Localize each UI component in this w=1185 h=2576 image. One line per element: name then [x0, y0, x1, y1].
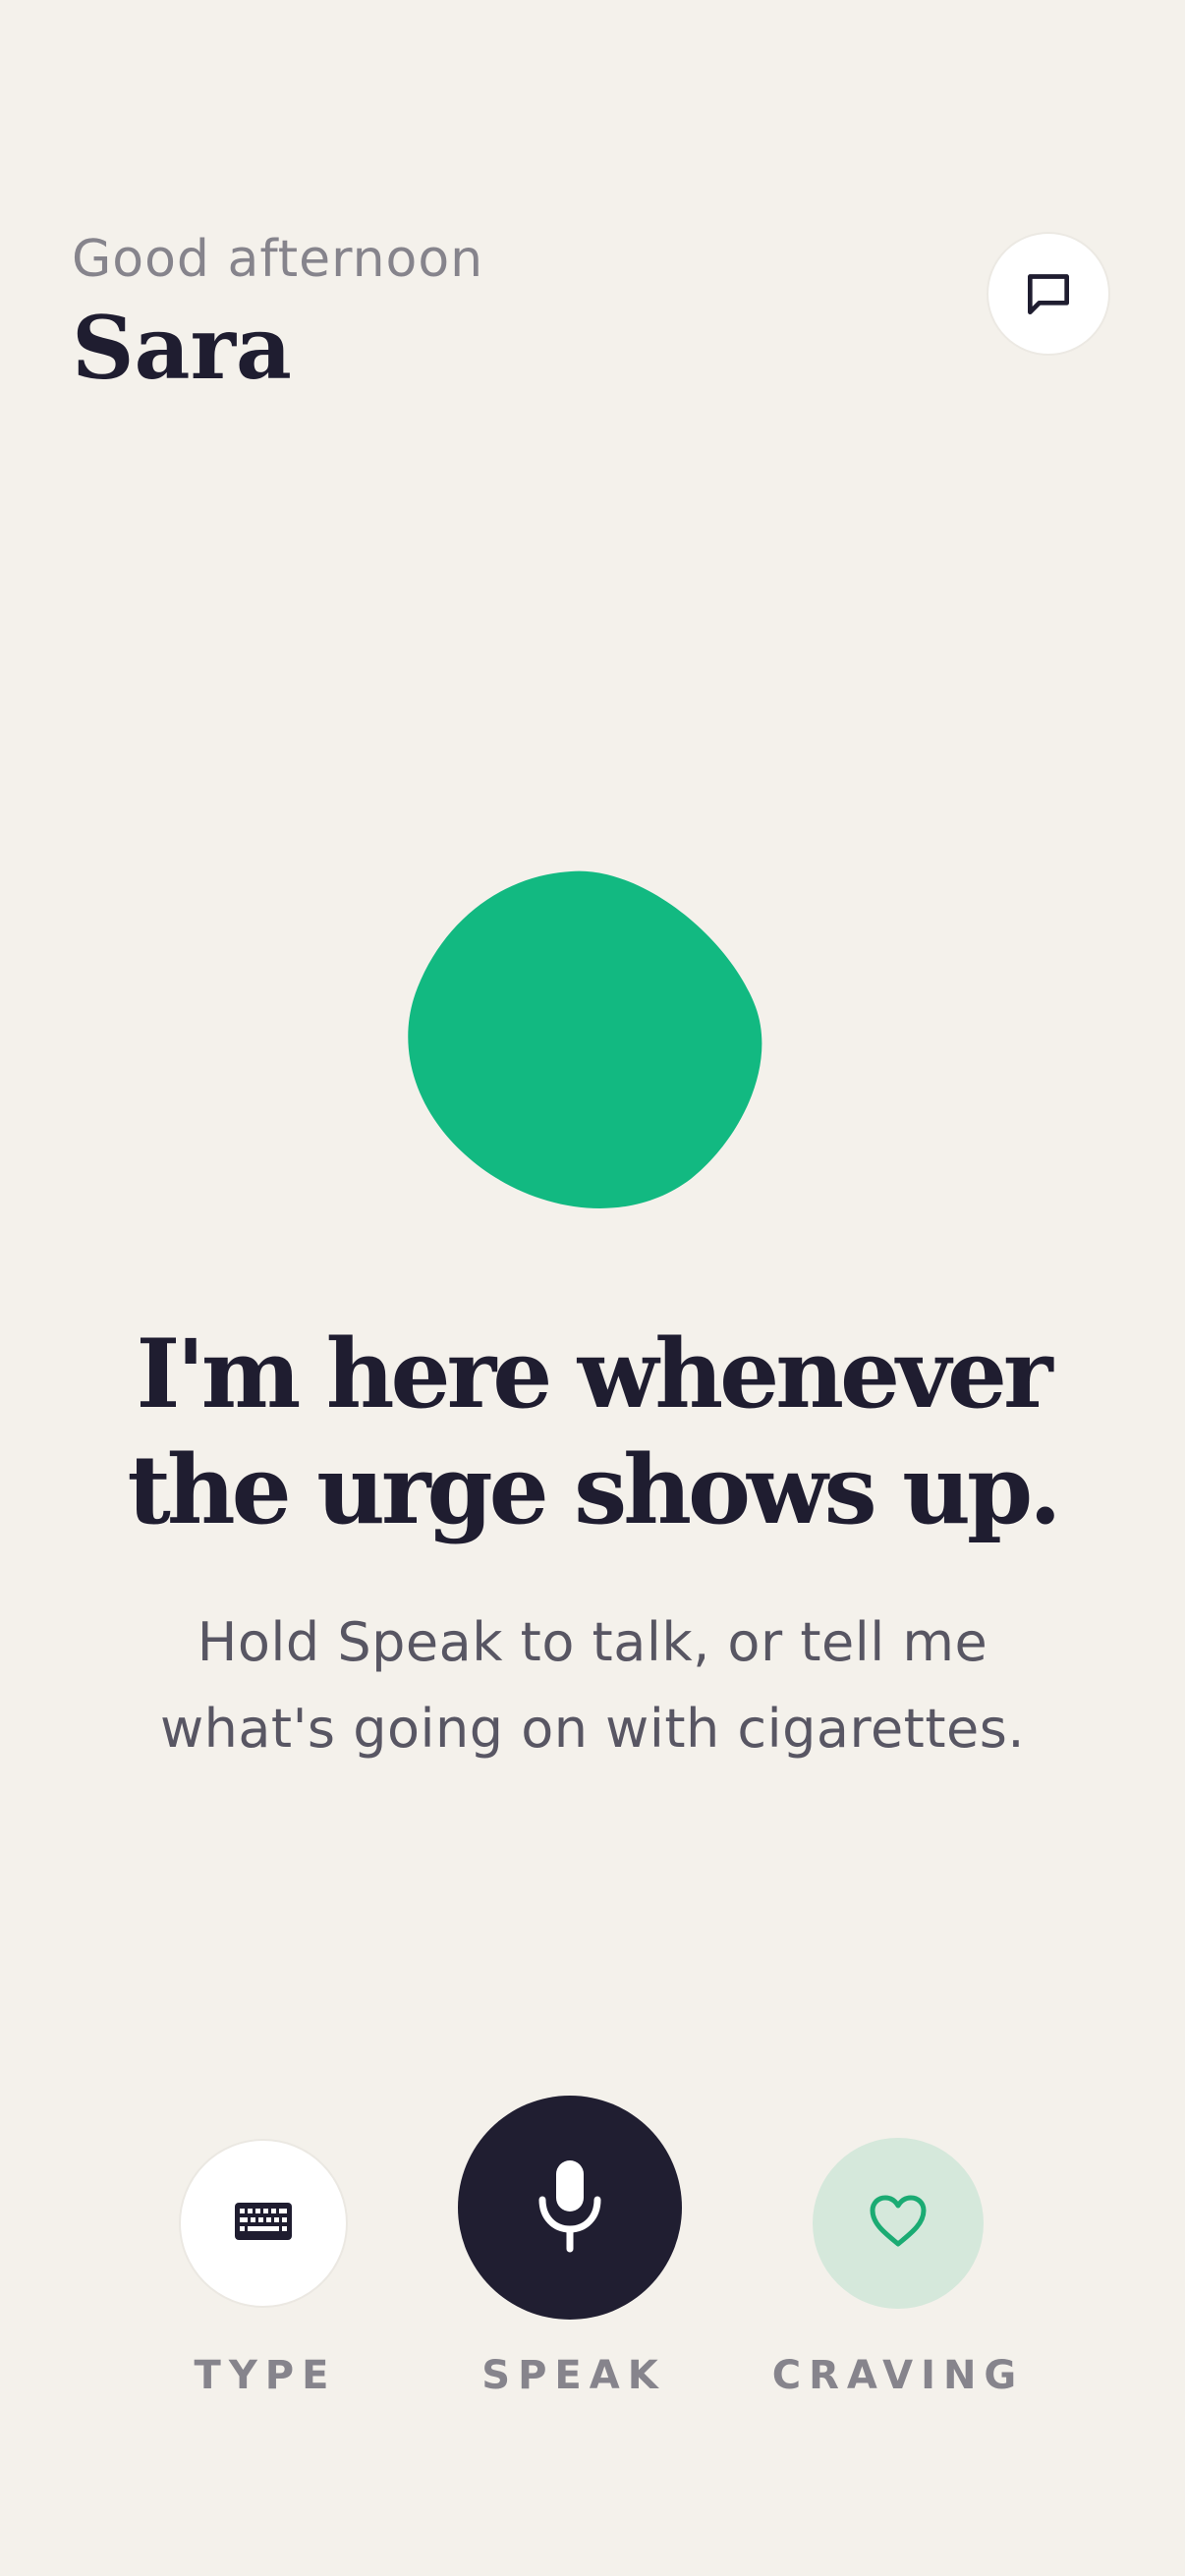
speak-label: SPEAK	[481, 2353, 666, 2398]
type-label: TYPE	[194, 2353, 337, 2398]
craving-label: CRAVING	[771, 2353, 1025, 2398]
headline-line-2: the urge shows up.	[127, 1434, 1062, 1545]
chat-history-button[interactable]	[987, 232, 1110, 356]
headline-line-1: I'm here whenever	[136, 1318, 1052, 1429]
headline: I'm here whenever the urge shows up.	[0, 1316, 1185, 1548]
craving-button[interactable]	[813, 2138, 984, 2309]
greeting-text: Good afternoon	[72, 230, 484, 289]
type-button[interactable]	[179, 2139, 348, 2308]
microphone-icon	[535, 2158, 605, 2257]
chat-bubble-icon	[1021, 266, 1076, 321]
instruction-line-1: Hold Speak to talk, or tell me	[197, 1611, 988, 1673]
instruction-line-2: what's going on with cigarettes.	[159, 1698, 1026, 1760]
companion-blob	[406, 869, 765, 1213]
keyboard-icon	[234, 2202, 293, 2245]
heart-icon	[867, 2193, 930, 2254]
user-name: Sara	[72, 297, 292, 399]
instruction-text: Hold Speak to talk, or tell me what's go…	[0, 1599, 1185, 1772]
speak-button[interactable]	[458, 2096, 682, 2320]
